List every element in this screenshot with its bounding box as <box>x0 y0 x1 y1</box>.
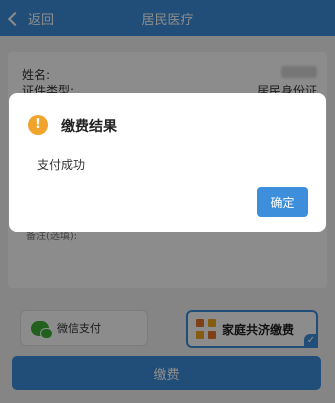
dialog-message: 支付成功 <box>37 158 86 172</box>
payment-result-dialog: ! 缴费结果 支付成功 确定 <box>9 93 326 232</box>
warning-icon: ! <box>28 115 48 135</box>
confirm-button[interactable]: 确定 <box>257 187 308 217</box>
dialog-title: 缴费结果 <box>61 119 117 135</box>
